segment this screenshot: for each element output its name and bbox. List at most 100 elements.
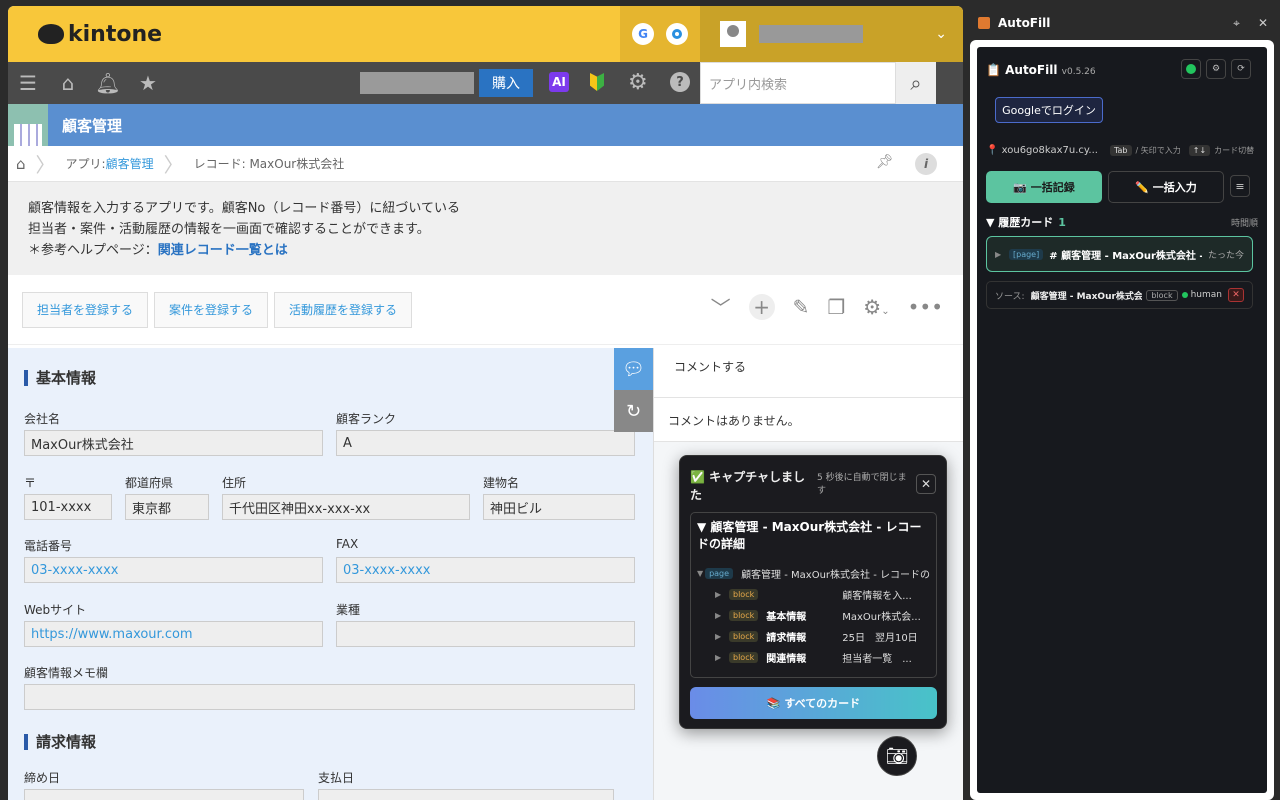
tree-block-row[interactable]: ▶ block 請求情報 25日 翌月10日 bbox=[697, 626, 930, 647]
block-value: 顧客情報を入... bbox=[842, 591, 912, 602]
gear-icon[interactable]: ⚙ bbox=[628, 70, 648, 95]
tree-block-row[interactable]: ▶ block 基本情報 MaxOur株式会... bbox=[697, 605, 930, 626]
bulk-input-button[interactable]: ✏️ 一括入力 bbox=[1108, 171, 1224, 203]
arrow-key: ↑↓ bbox=[1188, 145, 1211, 156]
edit-icon[interactable]: ✎ bbox=[793, 295, 810, 319]
close-icon[interactable]: ✕ bbox=[916, 474, 936, 494]
zip-label: 〒 bbox=[24, 476, 37, 490]
buy-button[interactable]: 購入 bbox=[479, 69, 533, 97]
comment-input[interactable]: コメントする bbox=[654, 348, 963, 398]
memo-field[interactable] bbox=[24, 684, 635, 710]
capture-tree: ▼ 顧客管理 - MaxOur株式会社 - レコードの詳細 ▼ page 顧客管… bbox=[690, 512, 937, 678]
more-icon[interactable]: ••• bbox=[908, 295, 943, 319]
star-icon[interactable]: ★ bbox=[128, 71, 168, 95]
company-label: 会社名 bbox=[24, 412, 61, 426]
info-icon[interactable]: i bbox=[915, 153, 937, 175]
tab-controls: ⌖ ✕ bbox=[1233, 16, 1268, 31]
home-icon[interactable]: ⌂ bbox=[16, 155, 26, 173]
remove-source-button[interactable]: ✕ bbox=[1228, 288, 1244, 302]
google-icon[interactable]: G bbox=[632, 23, 654, 45]
bell-icon[interactable]: 🔔︎ bbox=[88, 71, 128, 95]
fax-field[interactable]: 03-xxxx-xxxx bbox=[336, 557, 635, 583]
header-extension-icons: G bbox=[620, 6, 700, 62]
desc-line: 担当者・案件・活動履歴の情報を一画面で確認することができます。 bbox=[28, 222, 430, 237]
tree-block-row[interactable]: ▶ block 顧客情報を入... bbox=[697, 584, 930, 605]
bldg-label: 建物名 bbox=[483, 476, 520, 490]
user-name-redacted bbox=[759, 25, 863, 43]
unpin-icon[interactable]: ⌖ bbox=[1233, 16, 1240, 31]
refresh-icon[interactable]: ⟳ bbox=[1231, 59, 1251, 79]
close-day-field[interactable] bbox=[24, 789, 304, 800]
pin-icon[interactable]: 📌︎ bbox=[876, 154, 894, 170]
global-nav: ☰ ⌂ 🔔︎ ★ 購入 AI ⚙ ? アプリ内検索 ⌕ bbox=[8, 62, 963, 104]
history-count: 1 bbox=[1058, 216, 1066, 229]
camera-icon[interactable]: 📷︎ bbox=[877, 736, 917, 776]
chevron-down-icon[interactable]: ﹀ bbox=[711, 292, 731, 321]
tel-field[interactable]: 03-xxxx-xxxx bbox=[24, 557, 323, 583]
app-title: 顧客管理 bbox=[62, 116, 123, 135]
action-bar: 担当者を登録する 案件を登録する 活動履歴を登録する ﹀ + ✎ ❐ ⚙⌄ ••… bbox=[8, 275, 963, 345]
app-search-input[interactable]: アプリ内検索 bbox=[700, 62, 896, 104]
register-activity-button[interactable]: 活動履歴を登録する bbox=[274, 291, 413, 328]
desc-prefix: ＊参考ヘルプページ： bbox=[28, 243, 158, 258]
block-badge: block bbox=[729, 610, 759, 621]
all-cards-button[interactable]: 📚 すべてのカード bbox=[690, 687, 937, 719]
industry-field[interactable] bbox=[336, 621, 635, 647]
help-icon[interactable]: ? bbox=[670, 72, 690, 92]
breadcrumb-app-link[interactable]: 顧客管理 bbox=[106, 155, 154, 172]
close-icon[interactable]: ✕ bbox=[1258, 16, 1268, 31]
current-url: 📍 xou6go8kax7u.cy... Tab / 矢印で入力 ↑↓ カード切… bbox=[986, 145, 1254, 156]
rank-field[interactable]: A bbox=[336, 430, 635, 456]
block-value: 担当者一覧 ... bbox=[842, 654, 912, 665]
search-icon[interactable]: ⌕ bbox=[896, 62, 936, 104]
avatar bbox=[720, 21, 746, 47]
register-deal-button[interactable]: 案件を登録する bbox=[154, 291, 269, 328]
tree-block-row[interactable]: ▶ block 関連情報 担当者一覧 ... bbox=[697, 647, 930, 668]
kintone-logo[interactable]: kintone bbox=[38, 22, 162, 47]
expand-icon: ▶ bbox=[715, 653, 722, 662]
autofill-panel: 📋 AutoFill v0.5.26 ⚙ ⟳ Googleでログイン 📍 xou… bbox=[970, 40, 1274, 800]
section-basic-title: 基本情報 bbox=[24, 370, 637, 386]
industry-label: 業種 bbox=[336, 603, 361, 617]
bldg-field[interactable]: 神田ビル bbox=[483, 494, 635, 520]
settings-gear-icon[interactable]: ⚙⌄ bbox=[863, 295, 889, 319]
beginner-leaf-icon[interactable] bbox=[590, 73, 604, 91]
tree-title[interactable]: ▼ 顧客管理 - MaxOur株式会社 - レコードの詳細 bbox=[697, 519, 930, 553]
header-right: G ⌄ bbox=[620, 6, 963, 62]
comment-tab-icon[interactable]: 💬︎ bbox=[614, 348, 653, 390]
zip-field[interactable]: 101-xxxx bbox=[24, 494, 112, 520]
home-icon[interactable]: ⌂ bbox=[48, 71, 88, 95]
tel-label: 電話番号 bbox=[24, 539, 73, 553]
web-field[interactable]: https://www.maxour.com bbox=[24, 621, 323, 647]
add-record-icon[interactable]: + bbox=[748, 293, 775, 320]
menu-icon[interactable]: ≡ bbox=[1230, 175, 1250, 197]
pref-field[interactable]: 東京都 bbox=[125, 494, 209, 520]
sort-order[interactable]: 時間順 bbox=[1231, 216, 1258, 229]
capture-toast: ✅ キャプチャしました 5 秒後に自動で閉じます ✕ ▼ 顧客管理 - MaxO… bbox=[679, 455, 947, 729]
pay-day-field[interactable] bbox=[318, 789, 614, 800]
history-tab-icon[interactable]: ↻ bbox=[614, 390, 653, 432]
bulk-record-button[interactable]: 📷 一括記録 bbox=[986, 171, 1102, 203]
block-name: 関連情報 bbox=[766, 654, 807, 665]
autofill-tab-title: AutoFill bbox=[998, 16, 1051, 30]
record-tools: ﹀ + ✎ ❐ ⚙⌄ ••• bbox=[711, 292, 943, 321]
company-field[interactable]: MaxOur株式会社 bbox=[24, 430, 323, 456]
status-icon[interactable] bbox=[1181, 59, 1201, 79]
google-login-button[interactable]: Googleでログイン bbox=[995, 97, 1103, 123]
register-contact-button[interactable]: 担当者を登録する bbox=[22, 291, 149, 328]
hamburger-icon[interactable]: ☰ bbox=[8, 71, 48, 95]
copy-icon[interactable]: ❐ bbox=[827, 295, 845, 319]
ai-icon[interactable]: AI bbox=[549, 72, 569, 92]
ring-icon[interactable] bbox=[666, 23, 688, 45]
user-menu[interactable]: ⌄ bbox=[700, 6, 963, 62]
settings-icon[interactable]: ⚙ bbox=[1206, 59, 1226, 79]
history-title[interactable]: ▼ 履歴カード 1 bbox=[986, 214, 1066, 230]
card-title: # 顧客管理 - MaxOur株式会社 - レコードの詳細 bbox=[1049, 250, 1202, 262]
tree-page-row[interactable]: ▼ page 顧客管理 - MaxOur株式会社 - レコードの bbox=[697, 563, 930, 584]
addr-field[interactable]: 千代田区神田xx-xxx-xx bbox=[222, 494, 470, 520]
help-link[interactable]: 関連レコード一覧とは bbox=[158, 243, 288, 258]
block-name: 基本情報 bbox=[766, 612, 807, 623]
expand-icon: ▶ bbox=[995, 249, 1002, 259]
history-card[interactable]: ▶ [page] # 顧客管理 - MaxOur株式会社 - レコードの詳細 た… bbox=[986, 236, 1253, 272]
autofill-tab-bar: AutoFill ⌖ ✕ bbox=[970, 6, 1280, 40]
